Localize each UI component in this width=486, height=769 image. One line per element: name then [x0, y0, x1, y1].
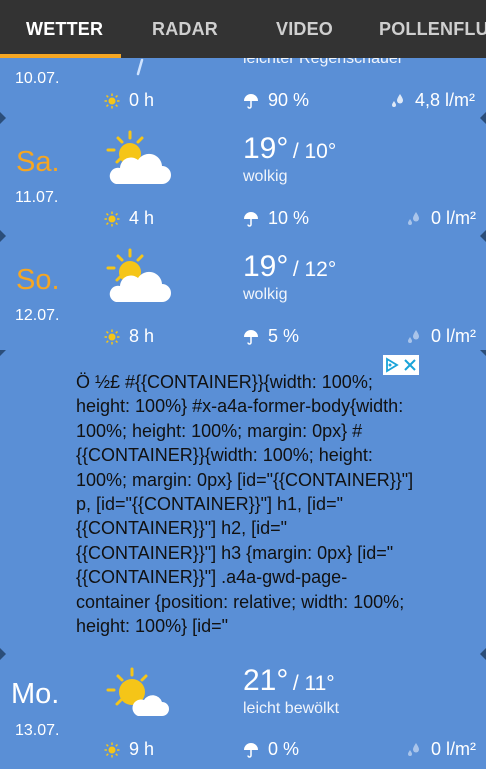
rain-chance-value: 5 % [268, 326, 300, 346]
day-name: Sa. [16, 146, 60, 178]
partly-cloudy-icon [106, 130, 171, 184]
day-row[interactable]: So. 12.07. 19° / 12° wolkig 8 h 5 % 0 l/… [0, 230, 486, 350]
mostly-sunny-icon [106, 667, 169, 716]
raindrops-icon [408, 329, 419, 343]
tab-wetter[interactable]: WETTER [26, 0, 103, 58]
temp-high: 21° [243, 664, 289, 697]
temp-low: / 11° [292, 672, 335, 695]
date-label: 12.07. [15, 307, 60, 324]
sun-hours: 4 h [104, 208, 154, 229]
rain-amount: 4,8 l/m² [390, 90, 475, 111]
sun-hours-value: 0 h [129, 90, 155, 110]
rain-chance: 10 % [243, 208, 309, 229]
sun-hours-value: 9 h [129, 739, 155, 759]
day-row[interactable]: Sa. 11.07. 19° / 10° wolkig 4 h 10 % 0 l… [0, 112, 486, 236]
sun-hours-value: 8 h [129, 326, 155, 346]
sun-icon [104, 93, 120, 108]
raindrops-icon [392, 93, 403, 107]
temp-high: 19° [243, 132, 289, 165]
raindrops-icon [408, 742, 419, 756]
sun-icon [104, 329, 120, 344]
temperature: 21° / 11° [243, 664, 335, 698]
ad-banner[interactable]: Ö ½£ #{{CONTAINER}}{width: 100%; height:… [0, 350, 486, 650]
ad-choices-icon [386, 357, 416, 373]
temperature: 19° / 10° [243, 132, 336, 166]
rain-chance-value: 90 % [268, 90, 310, 110]
sun-icon [104, 211, 120, 226]
temp-low: / 12° [292, 258, 337, 281]
umbrella-icon [244, 93, 258, 109]
rain-chance: 5 % [243, 326, 299, 347]
weather-description: leicht bewölkt [243, 700, 340, 717]
date-label: 10.07. [15, 70, 60, 87]
rain-shower-icon [136, 58, 144, 76]
sun-hours: 9 h [104, 739, 154, 760]
ad-choices-badge[interactable] [383, 355, 419, 375]
active-tab-indicator [0, 54, 121, 58]
tab-radar[interactable]: RADAR [152, 0, 218, 58]
rain-amount: 0 l/m² [406, 208, 476, 229]
sun-hours: 0 h [104, 90, 154, 111]
date-label: 11.07. [15, 189, 59, 206]
date-label: 13.07. [15, 722, 60, 739]
rain-amount: 0 l/m² [406, 739, 476, 760]
rain-chance: 90 % [243, 90, 309, 111]
rain-chance-value: 10 % [268, 208, 310, 228]
sun-icon [104, 742, 120, 757]
partly-cloudy-icon [106, 248, 171, 302]
day-name: Mo. [11, 678, 60, 710]
day-name: So. [16, 264, 60, 296]
weather-description: wolkig [243, 286, 288, 303]
rain-amount-value: 0 l/m² [431, 326, 476, 346]
rain-amount-value: 4,8 l/m² [415, 90, 476, 110]
rain-chance: 0 % [243, 739, 299, 760]
umbrella-icon [244, 742, 258, 758]
umbrella-icon [244, 329, 258, 345]
temp-low: / 10° [292, 140, 337, 163]
sun-hours: 8 h [104, 326, 154, 347]
temperature: 19° / 12° [243, 250, 336, 284]
tab-video[interactable]: VIDEO [276, 0, 333, 58]
weather-description: wolkig [243, 168, 288, 185]
umbrella-icon [244, 211, 258, 227]
temp-high: 19° [243, 250, 289, 283]
rain-amount-value: 0 l/m² [431, 208, 476, 228]
ad-raw-text: Ö ½£ #{{CONTAINER}}{width: 100%; height:… [76, 372, 414, 637]
rain-amount-value: 0 l/m² [431, 739, 476, 759]
tab-bar: WETTER RADAR VIDEO POLLENFLUG [0, 0, 486, 58]
day-row[interactable]: Mo. 13.07. 21° / 11° leicht bewölkt 9 h … [0, 648, 486, 769]
sun-hours-value: 4 h [129, 208, 155, 228]
raindrops-icon [408, 211, 419, 225]
tab-pollenflug[interactable]: POLLENFLUG [379, 0, 486, 58]
rain-chance-value: 0 % [268, 739, 300, 759]
rain-amount: 0 l/m² [406, 326, 476, 347]
